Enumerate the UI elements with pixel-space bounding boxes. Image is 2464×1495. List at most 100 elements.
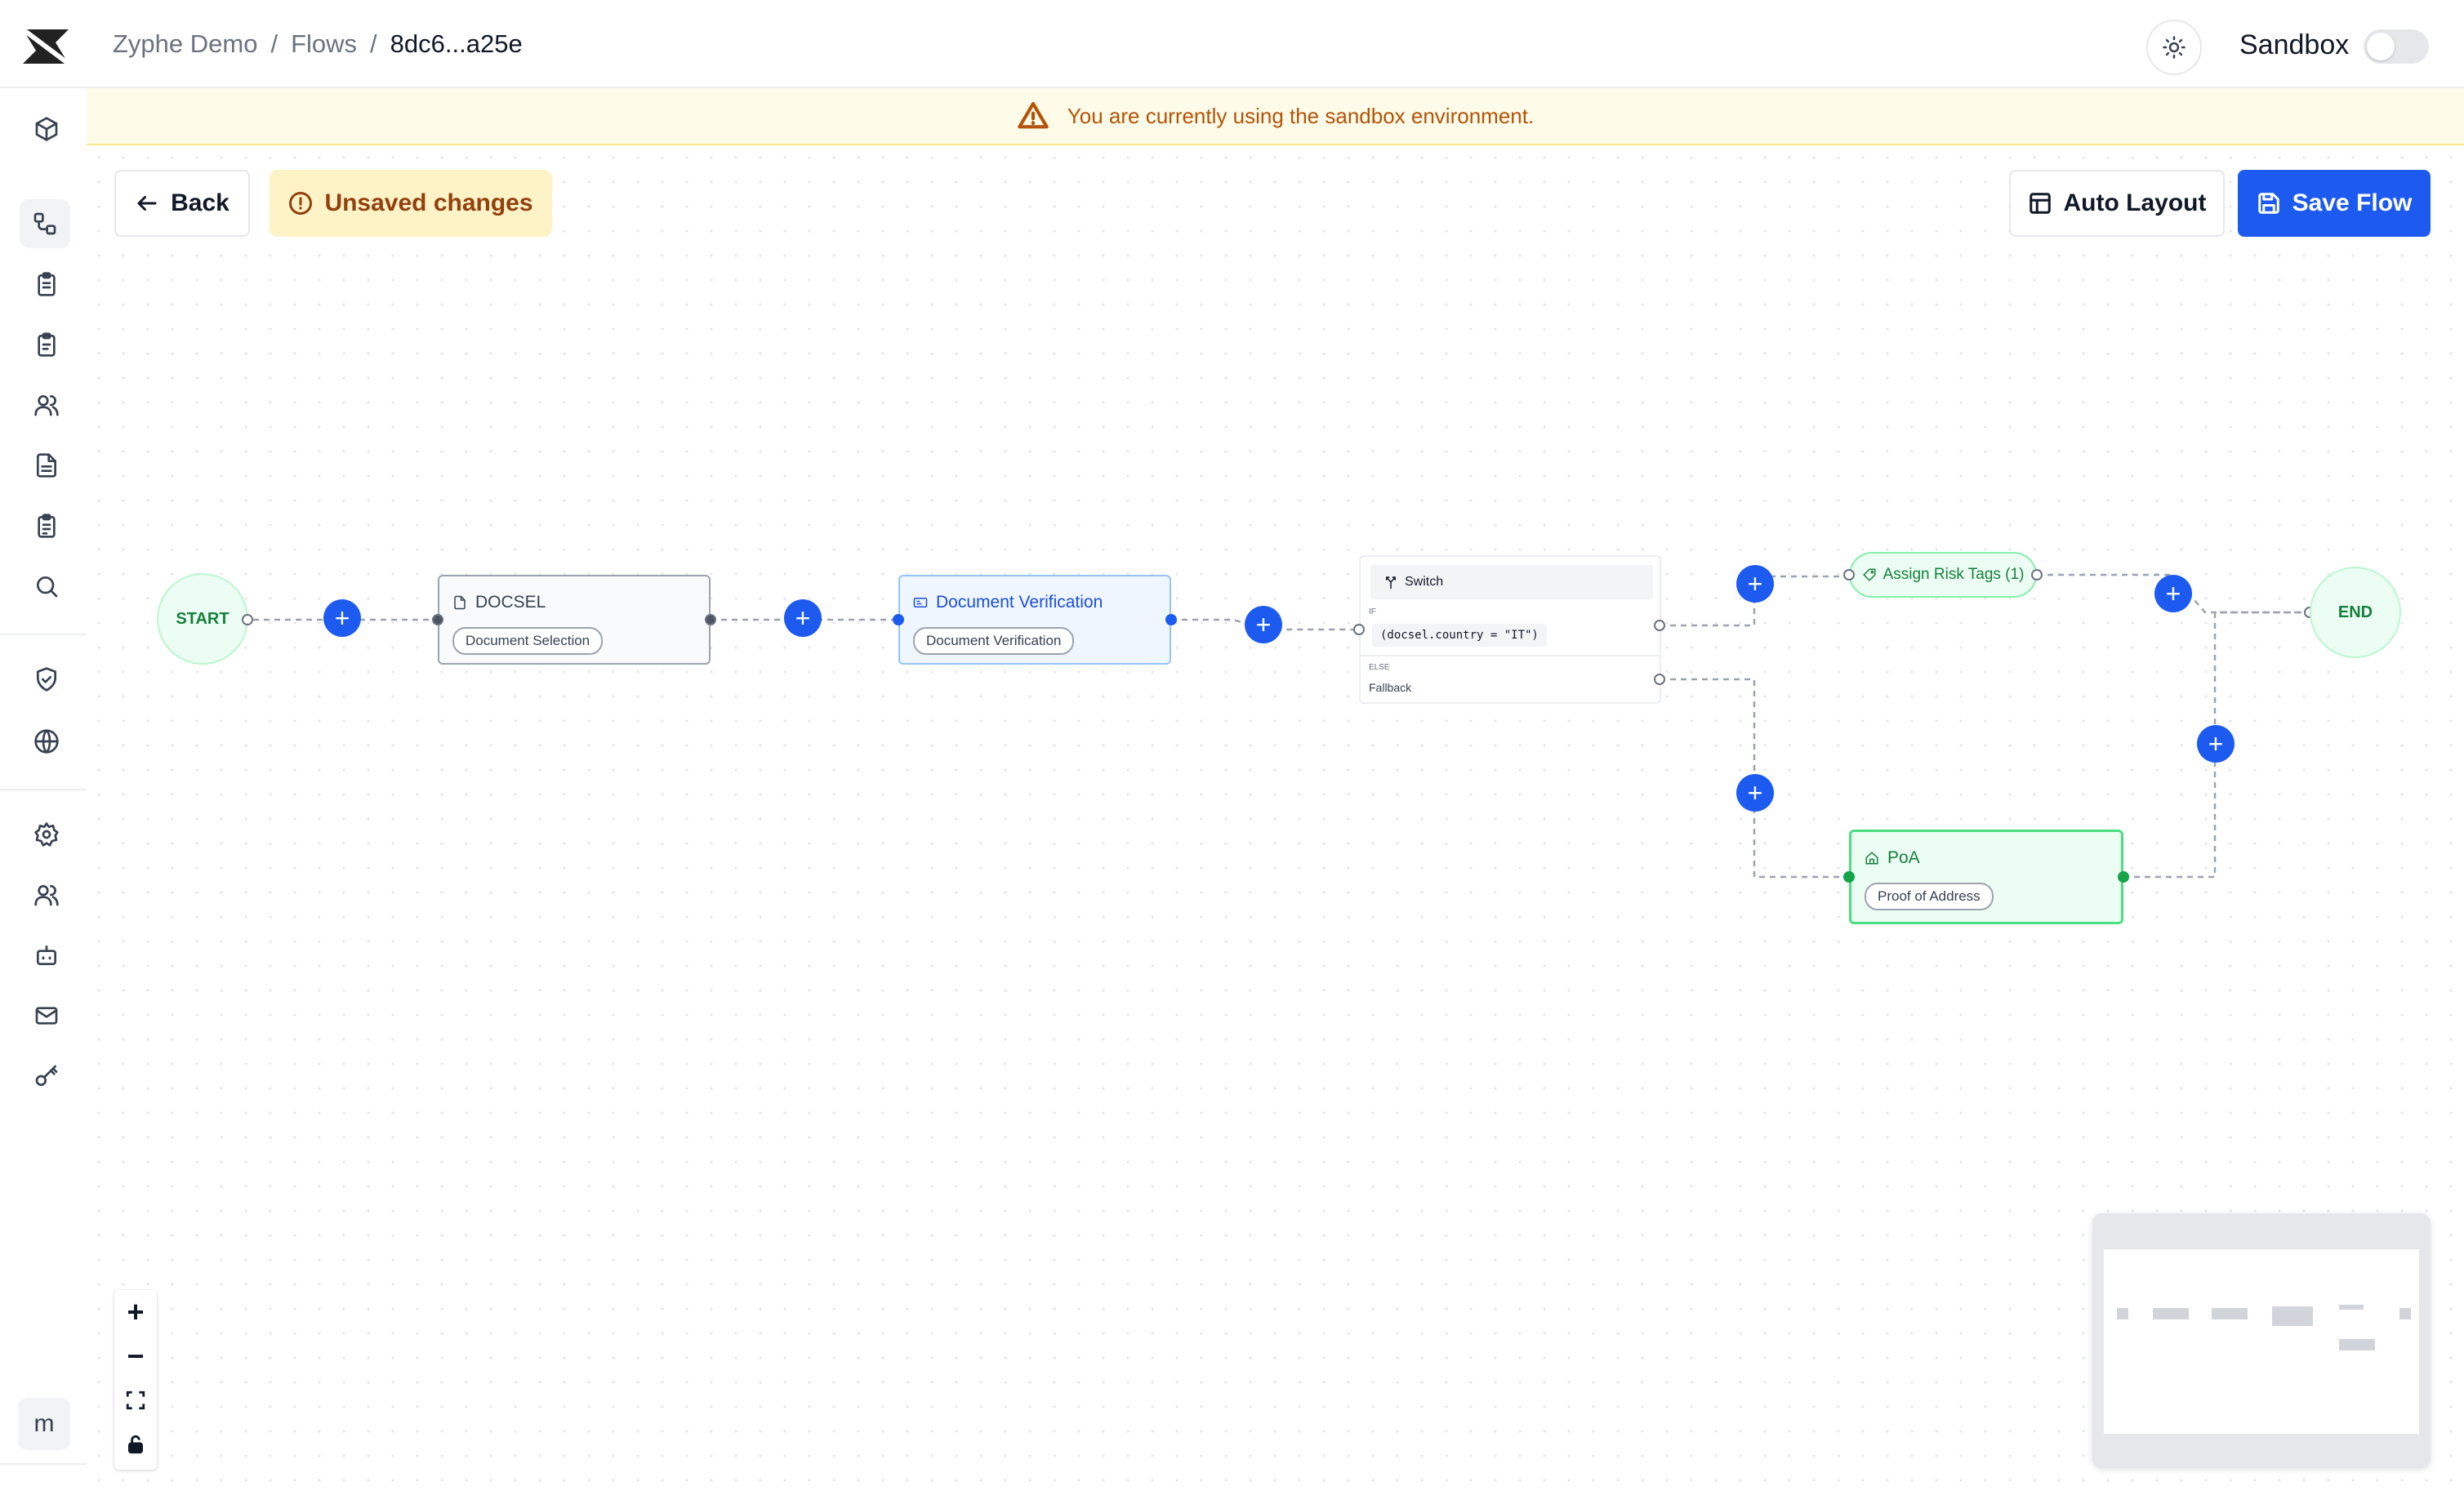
save-flow-button[interactable]: Save Flow xyxy=(2238,170,2431,237)
docsel-node[interactable]: DOCSEL Document Selection xyxy=(438,575,711,665)
lock-icon xyxy=(128,1435,143,1454)
clipboard-icon[interactable] xyxy=(27,265,66,304)
tags-title: Assign Risk Tags (1) xyxy=(1883,566,2025,583)
warning-triangle-icon xyxy=(1018,101,1049,129)
docsel-subtitle: Document Selection xyxy=(452,627,604,655)
switch-else-label: ELSE xyxy=(1369,663,1390,672)
poa-input-handle[interactable] xyxy=(1843,871,1855,883)
auto-layout-button[interactable]: Auto Layout xyxy=(2009,170,2225,237)
start-node[interactable]: START xyxy=(157,573,248,665)
zyphe-logo[interactable] xyxy=(20,24,72,69)
tags-output-handle[interactable] xyxy=(2031,569,2043,581)
poa-node[interactable]: PoA Proof of Address xyxy=(1849,830,2123,924)
zoom-controls: + − xyxy=(114,1290,157,1470)
breadcrumb-current: 8dc6...a25e xyxy=(390,29,523,58)
sidebar-divider xyxy=(0,634,87,635)
tags-input-handle[interactable] xyxy=(1843,569,1855,581)
docver-title: Document Verification xyxy=(913,593,1103,612)
banner-text: You are currently using the sandbox envi… xyxy=(1067,103,1535,128)
minimap-node xyxy=(2153,1308,2189,1319)
theme-toggle-button[interactable] xyxy=(2146,20,2202,75)
breadcrumb-separator: / xyxy=(370,29,377,58)
arrow-left-icon xyxy=(137,196,157,211)
switch-node[interactable]: Switch IF (docsel.country = "IT") ELSE F… xyxy=(1359,555,1661,704)
switch-divider xyxy=(1361,655,1660,656)
sun-icon xyxy=(2163,36,2186,59)
switch-input-handle[interactable] xyxy=(1353,624,1365,635)
sandbox-toggle[interactable] xyxy=(2364,29,2429,64)
add-node-button[interactable]: + xyxy=(784,599,822,637)
clipboard-check-icon[interactable] xyxy=(27,325,66,364)
end-node[interactable]: END xyxy=(2310,567,2401,658)
add-node-button[interactable]: + xyxy=(1736,565,1774,603)
home-icon xyxy=(1865,852,1878,865)
switch-header: Switch xyxy=(1370,565,1653,599)
alert-circle-icon xyxy=(289,192,313,215)
switch-title: Switch xyxy=(1405,575,1444,589)
add-node-button[interactable]: + xyxy=(1736,774,1774,812)
flows-icon[interactable] xyxy=(20,199,70,248)
sidebar-divider xyxy=(0,1463,87,1465)
assign-risk-tags-node[interactable]: Assign Risk Tags (1) xyxy=(1849,552,2037,598)
docver-output-handle[interactable] xyxy=(1165,614,1177,625)
breadcrumb-separator: / xyxy=(270,29,278,58)
breadcrumb-flows[interactable]: Flows xyxy=(291,29,357,58)
poa-title-text: PoA xyxy=(1887,848,1920,867)
gear-icon[interactable] xyxy=(27,815,66,854)
docsel-output-handle[interactable] xyxy=(705,614,716,625)
add-node-button[interactable]: + xyxy=(2154,575,2192,612)
unsaved-changes-badge: Unsaved changes xyxy=(270,170,552,237)
fit-view-button[interactable] xyxy=(114,1378,157,1422)
docsel-input-handle[interactable] xyxy=(432,614,443,625)
switch-condition: (docsel.country = "IT") xyxy=(1372,624,1547,647)
docver-subtitle: Document Verification xyxy=(913,627,1075,655)
minimap[interactable] xyxy=(2092,1213,2431,1468)
search-icon[interactable] xyxy=(27,567,66,606)
zoom-out-button[interactable]: − xyxy=(114,1334,157,1378)
key-icon[interactable] xyxy=(27,1057,66,1096)
sidebar-divider xyxy=(0,789,87,790)
zoom-in-button[interactable]: + xyxy=(114,1290,157,1334)
document-icon[interactable] xyxy=(27,446,66,485)
users-icon[interactable] xyxy=(27,385,66,425)
top-bar: Zyphe Demo / Flows / 8dc6...a25e Sandbox xyxy=(87,0,2464,88)
switch-if-label: IF xyxy=(1369,607,1376,616)
docver-title-text: Document Verification xyxy=(936,593,1103,612)
sandbox-banner: You are currently using the sandbox envi… xyxy=(87,88,2464,145)
switch-if-output-handle[interactable] xyxy=(1654,620,1665,631)
switch-fallback: Fallback xyxy=(1369,681,1412,694)
avatar[interactable]: m xyxy=(18,1398,70,1450)
add-node-button[interactable]: + xyxy=(323,599,361,637)
shield-check-icon[interactable] xyxy=(27,660,66,699)
minimap-node xyxy=(2339,1305,2364,1310)
docsel-title: DOCSEL xyxy=(452,593,546,612)
minimap-node xyxy=(2399,1308,2411,1319)
globe-icon[interactable] xyxy=(27,722,66,761)
unsaved-label: Unsaved changes xyxy=(324,189,533,216)
document-verification-node[interactable]: Document Verification Document Verificat… xyxy=(898,575,1171,665)
add-node-button[interactable]: + xyxy=(2197,725,2235,763)
back-button[interactable]: Back xyxy=(114,170,250,237)
minimap-node xyxy=(2339,1339,2375,1350)
layout-icon xyxy=(2029,193,2051,214)
minimap-node xyxy=(2272,1306,2313,1326)
tag-icon xyxy=(1862,568,1876,581)
fit-view-icon xyxy=(126,1390,145,1410)
bot-icon[interactable] xyxy=(27,936,66,975)
poa-subtitle: Proof of Address xyxy=(1865,883,1994,910)
team-icon[interactable] xyxy=(27,875,66,914)
start-output-handle[interactable] xyxy=(242,614,253,625)
switch-else-output-handle[interactable] xyxy=(1654,674,1665,685)
docver-input-handle[interactable] xyxy=(893,614,904,625)
poa-output-handle[interactable] xyxy=(2118,871,2129,883)
breadcrumb: Zyphe Demo / Flows / 8dc6...a25e xyxy=(113,29,523,59)
file-icon xyxy=(454,595,466,610)
add-node-button[interactable]: + xyxy=(1245,606,1282,643)
clipboard-list-icon[interactable] xyxy=(27,506,66,545)
minimap-node xyxy=(2117,1308,2128,1319)
breadcrumb-org[interactable]: Zyphe Demo xyxy=(113,29,257,58)
minimap-node xyxy=(2212,1308,2248,1319)
lock-button[interactable] xyxy=(114,1422,157,1466)
box-icon[interactable] xyxy=(27,109,66,149)
mail-icon[interactable] xyxy=(27,996,66,1035)
